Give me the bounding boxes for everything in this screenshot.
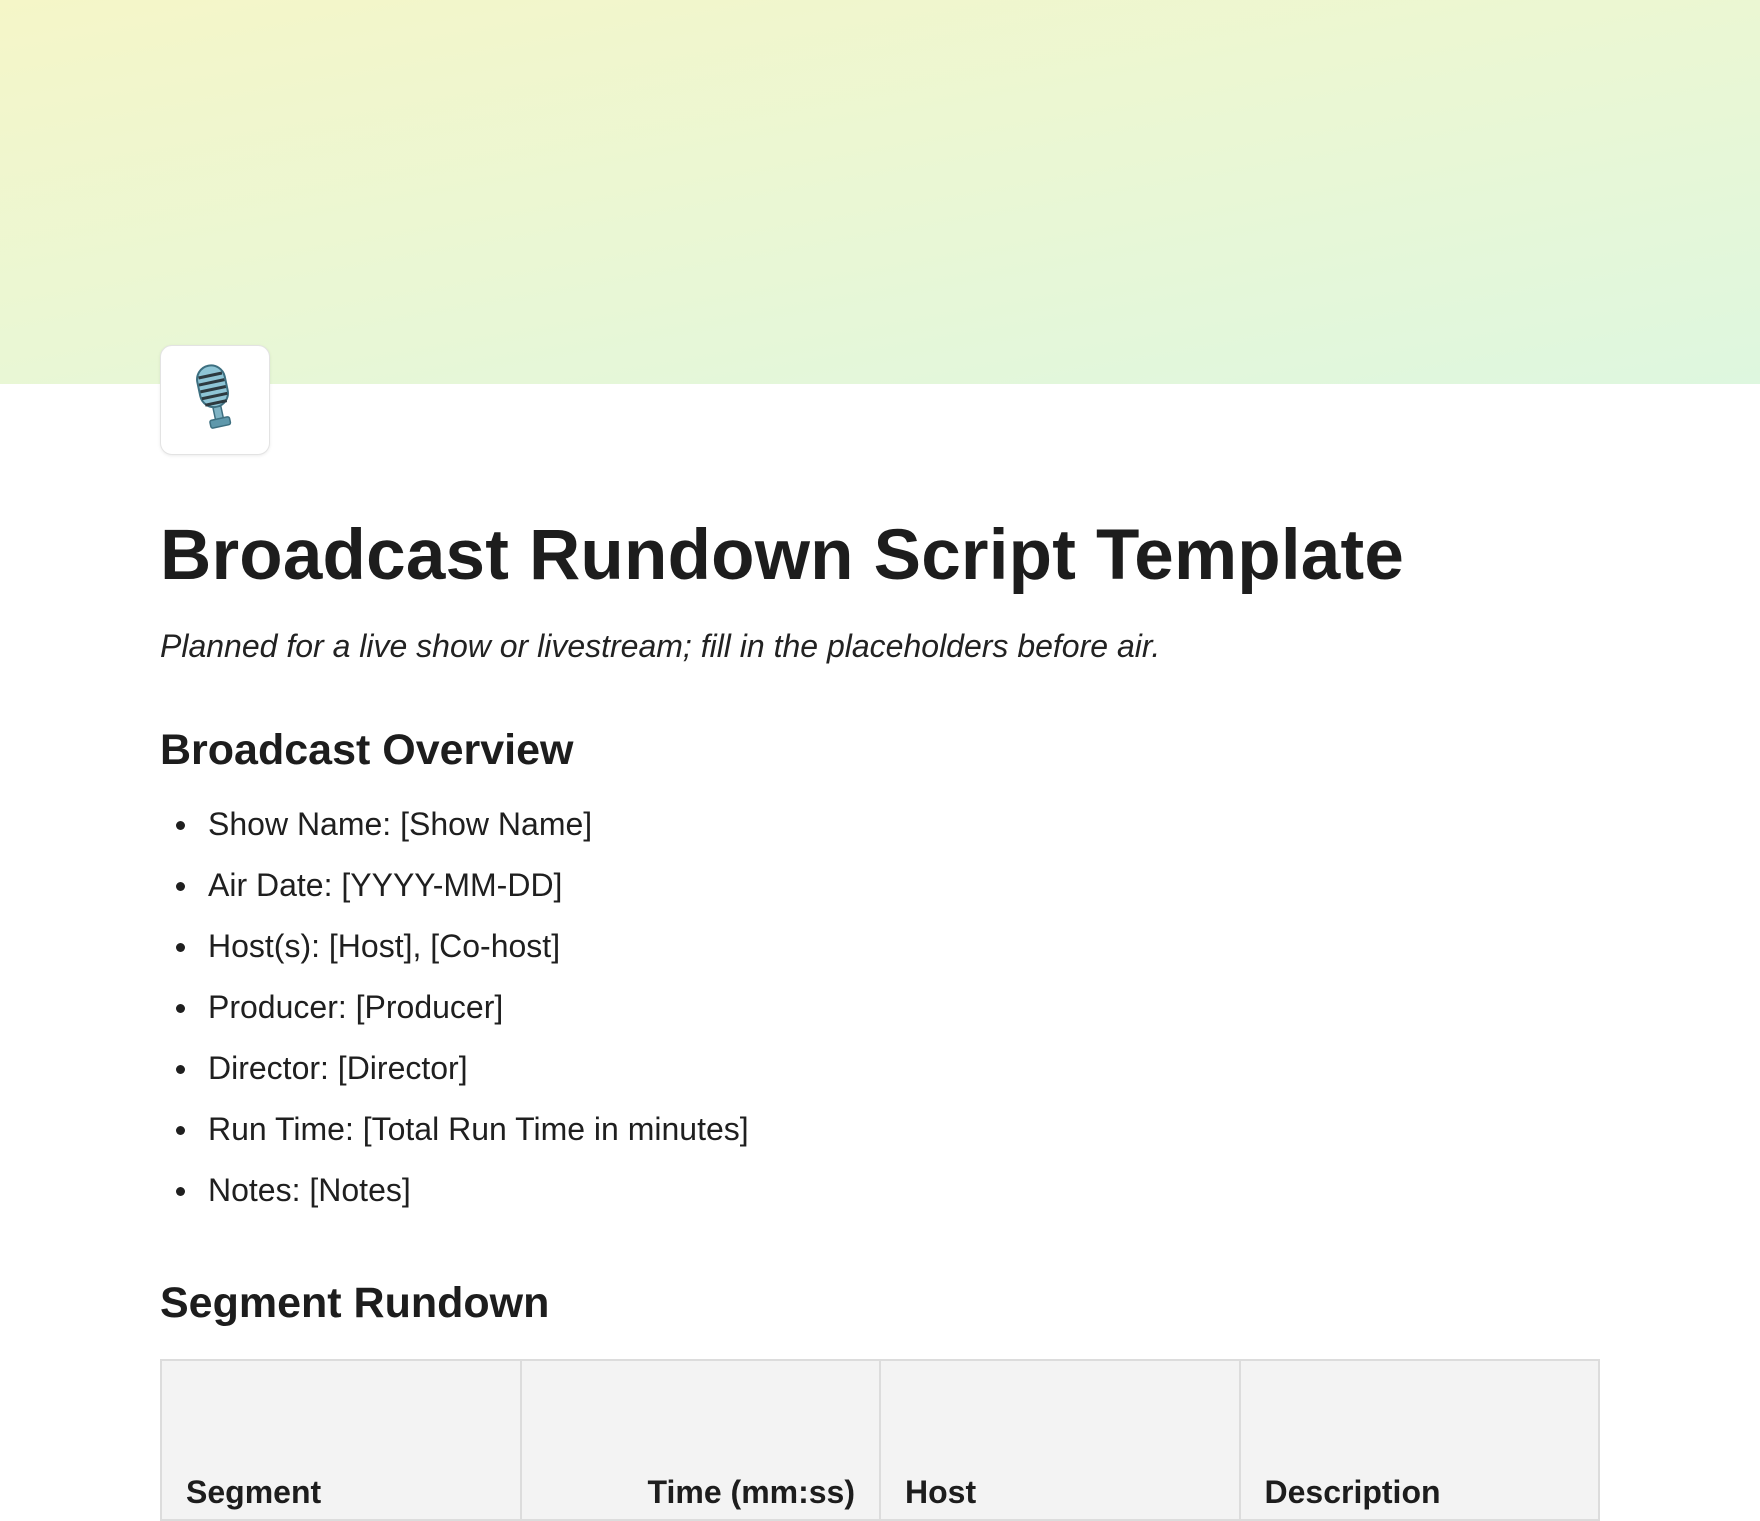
list-item-text: Show Name: [Show Name]	[208, 806, 593, 842]
bullet	[176, 882, 185, 891]
column-header-description[interactable]: Description	[1238, 1359, 1600, 1521]
page-content: Broadcast Rundown Script Template Planne…	[160, 500, 1600, 1521]
microphone-icon	[188, 361, 242, 440]
list-item-text: Producer: [Producer]	[208, 989, 504, 1025]
list-item[interactable]: Run Time: [Total Run Time in minutes]	[176, 1099, 1600, 1160]
column-header-segment[interactable]: Segment	[160, 1359, 522, 1521]
segment-heading[interactable]: Segment Rundown	[160, 1273, 1600, 1333]
list-item[interactable]: Notes: [Notes]	[176, 1160, 1600, 1221]
list-item[interactable]: Show Name: [Show Name]	[176, 794, 1600, 855]
column-header-host[interactable]: Host	[879, 1359, 1241, 1521]
bullet	[176, 821, 185, 830]
cover-banner	[0, 0, 1760, 384]
list-item[interactable]: Host(s): [Host], [Co-host]	[176, 916, 1600, 977]
list-item-text: Host(s): [Host], [Co-host]	[208, 928, 561, 964]
bullet	[176, 1187, 185, 1196]
table-header-row: Segment Time (mm:ss) Host Description	[160, 1359, 1600, 1521]
bullet	[176, 1004, 185, 1013]
list-item[interactable]: Air Date: [YYYY-MM-DD]	[176, 855, 1600, 916]
bullet	[176, 1065, 185, 1074]
list-item-text: Run Time: [Total Run Time in minutes]	[208, 1111, 749, 1147]
page-title[interactable]: Broadcast Rundown Script Template	[160, 500, 1600, 612]
overview-heading[interactable]: Broadcast Overview	[160, 720, 1600, 780]
list-item-text: Air Date: [YYYY-MM-DD]	[208, 867, 563, 903]
column-header-time[interactable]: Time (mm:ss)	[519, 1359, 881, 1521]
page-subtitle[interactable]: Planned for a live show or livestream; f…	[160, 624, 1600, 668]
overview-list: Show Name: [Show Name] Air Date: [YYYY-M…	[160, 794, 1600, 1221]
page-icon-tile[interactable]	[160, 345, 270, 455]
list-item-text: Notes: [Notes]	[208, 1172, 411, 1208]
bullet	[176, 1126, 185, 1135]
list-item[interactable]: Producer: [Producer]	[176, 977, 1600, 1038]
list-item-text: Director: [Director]	[208, 1050, 468, 1086]
bullet	[176, 943, 185, 952]
segment-table: Segment Time (mm:ss) Host Description	[160, 1359, 1600, 1521]
list-item[interactable]: Director: [Director]	[176, 1038, 1600, 1099]
